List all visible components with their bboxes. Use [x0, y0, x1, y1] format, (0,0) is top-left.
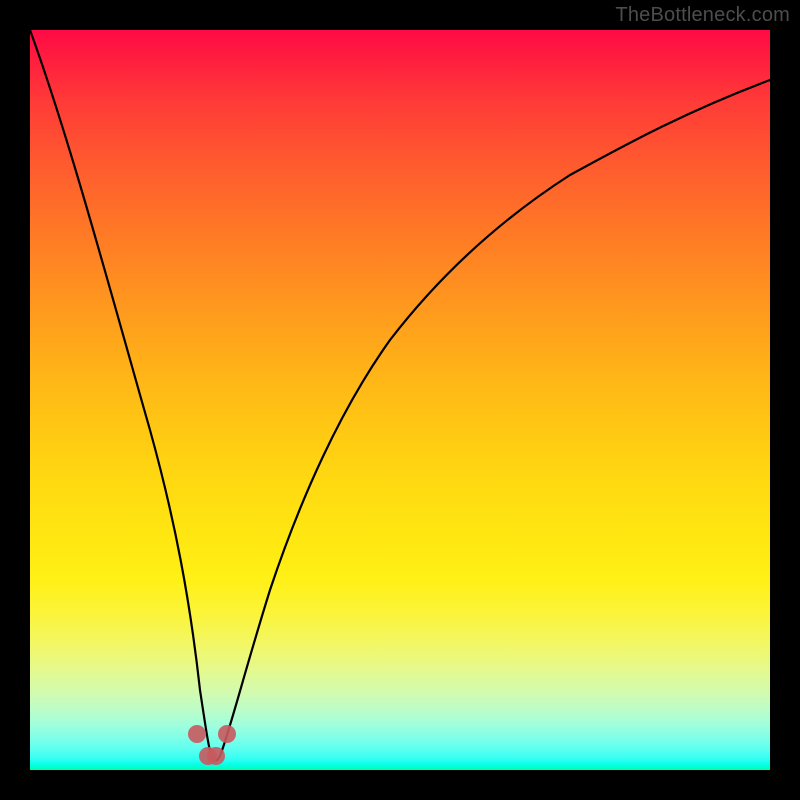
bottleneck-curve	[30, 30, 770, 761]
attribution-text: TheBottleneck.com	[615, 4, 790, 27]
chart-frame: TheBottleneck.com	[0, 0, 800, 800]
curve-layer	[30, 30, 770, 770]
highlight-markers	[188, 725, 236, 765]
marker-point	[207, 747, 225, 765]
marker-point	[188, 725, 206, 743]
plot-area	[30, 30, 770, 770]
marker-point	[218, 725, 236, 743]
